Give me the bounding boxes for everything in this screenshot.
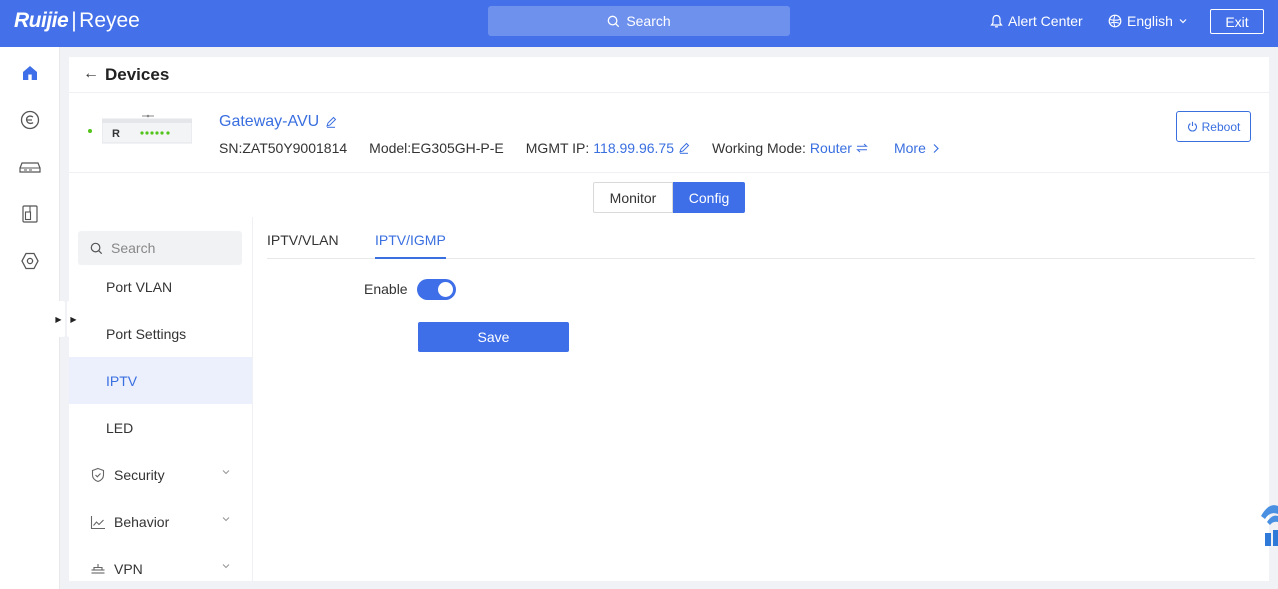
edit-ip-icon[interactable]: [678, 142, 690, 154]
reboot-label: Reboot: [1201, 119, 1241, 134]
enable-label: Enable: [364, 281, 408, 297]
vpn-icon: [91, 563, 105, 574]
language-label: English: [1127, 13, 1173, 29]
device-image: R: [102, 114, 192, 144]
search-icon: [90, 242, 103, 254]
sidebar-item-iptv[interactable]: IPTV: [69, 357, 252, 404]
sidebar-group-vpn[interactable]: VPN: [69, 545, 252, 581]
switch-icon: [19, 161, 41, 173]
monitor-tab[interactable]: Monitor: [593, 182, 673, 213]
chevron-right-icon: [933, 143, 939, 153]
rail-settings[interactable]: [0, 237, 60, 284]
global-search-button[interactable]: Search: [488, 6, 790, 36]
top-bar: Ruijie | Reyee Search Alert Center English…: [0, 0, 1278, 47]
collapse-sidebar-button[interactable]: ▶ ▶: [52, 301, 82, 337]
alert-center-label: Alert Center: [1008, 13, 1083, 29]
cloud-icon: [20, 110, 40, 129]
ap-icon: [22, 204, 38, 223]
mgmt-ip-value: 118.99.96.75: [593, 140, 675, 156]
device-summary: R Gateway-AVU SN:ZAT50Y9001814 Model:EG3…: [69, 93, 1269, 173]
swap-icon[interactable]: [856, 143, 868, 153]
device-image-letter: R: [112, 128, 120, 140]
sidebar-group-security[interactable]: Security: [69, 451, 252, 498]
language-selector[interactable]: English: [1108, 13, 1188, 29]
chevron-down-icon: [222, 564, 230, 569]
tab-iptv-igmp[interactable]: IPTV/IGMP: [375, 232, 446, 259]
exit-button[interactable]: Exit: [1210, 9, 1264, 34]
online-status-dot: [88, 129, 92, 133]
settings-icon: [21, 252, 39, 269]
sidebar-search-placeholder: Search: [111, 240, 156, 256]
assistant-widget-icon[interactable]: [1257, 500, 1278, 548]
caret-right-icon: ▶: [52, 301, 65, 337]
main-panel: ← Devices R Gateway-AVU SN:ZAT50Y9001814…: [69, 57, 1269, 581]
enable-toggle[interactable]: [417, 279, 456, 300]
global-search-label: Search: [626, 13, 671, 29]
device-working-mode: Working Mode: Router: [712, 140, 868, 156]
device-meta: SN:ZAT50Y9001814 Model:EG305GH-P-E MGMT …: [219, 140, 940, 156]
device-name: Gateway-AVU: [219, 113, 320, 130]
device-name-link[interactable]: Gateway-AVU: [219, 113, 337, 131]
sidebar-search-input[interactable]: Search: [78, 231, 242, 265]
page-title: Devices: [105, 65, 170, 84]
chevron-down-icon: [1179, 19, 1187, 24]
sidebar-item-led[interactable]: LED: [69, 404, 252, 451]
more-link[interactable]: More: [894, 140, 940, 156]
search-icon: [607, 15, 620, 27]
rail-home[interactable]: [0, 49, 60, 96]
sidebar-item-port-vlan[interactable]: Port VLAN: [69, 263, 252, 310]
chevron-down-icon: [222, 517, 230, 522]
globe-icon: [1108, 14, 1122, 28]
logo-product: Reyee: [79, 9, 140, 32]
device-mgmt-ip: MGMT IP: 118.99.96.75: [526, 140, 690, 156]
tab-iptv-vlan[interactable]: IPTV/VLAN: [267, 232, 339, 257]
device-sn: SN:ZAT50Y9001814: [219, 140, 348, 156]
working-mode-value[interactable]: Router: [810, 140, 852, 156]
sidebar-group-label: Behavior: [114, 513, 170, 530]
view-toggle: Monitor Config: [593, 182, 745, 213]
mgmt-ip-prefix: MGMT IP:: [525, 140, 590, 156]
rail-cloud[interactable]: [0, 96, 60, 143]
back-arrow-icon[interactable]: ←: [83, 65, 99, 83]
alert-center-button[interactable]: Alert Center: [990, 13, 1083, 29]
chevron-down-icon: [222, 470, 230, 475]
config-tab[interactable]: Config: [673, 182, 745, 213]
nav-rail: [0, 47, 60, 589]
logo[interactable]: Ruijie | Reyee: [14, 9, 140, 33]
save-button[interactable]: Save: [418, 322, 569, 352]
page-header: ← Devices: [69, 57, 1269, 93]
edit-icon[interactable]: [325, 116, 337, 128]
rail-switch[interactable]: [0, 143, 60, 190]
power-icon: [1187, 121, 1197, 132]
iptv-tabs: IPTV/VLAN IPTV/IGMP: [267, 222, 1255, 259]
sidebar-group-label: VPN: [114, 560, 143, 577]
device-model: Model:EG305GH-P-E: [369, 140, 504, 156]
sidebar-item-port-settings[interactable]: Port Settings: [69, 310, 252, 357]
working-mode-prefix: Working Mode:: [712, 140, 806, 156]
bell-icon: [990, 14, 1003, 28]
sidebar-group-behavior[interactable]: Behavior: [69, 498, 252, 545]
config-sidebar: Search Port VLAN Port Settings IPTV LED …: [69, 217, 253, 581]
chart-icon: [90, 515, 105, 529]
more-label: More: [893, 140, 926, 156]
logo-brand: Ruijie: [14, 9, 69, 32]
shield-icon: [91, 467, 105, 482]
reboot-button[interactable]: Reboot: [1176, 111, 1251, 142]
rail-ap[interactable]: [0, 190, 60, 237]
home-icon: [23, 65, 37, 80]
caret-right-icon: ▶: [67, 301, 80, 337]
sidebar-group-label: Security: [114, 466, 165, 483]
logo-separator: |: [71, 9, 77, 32]
